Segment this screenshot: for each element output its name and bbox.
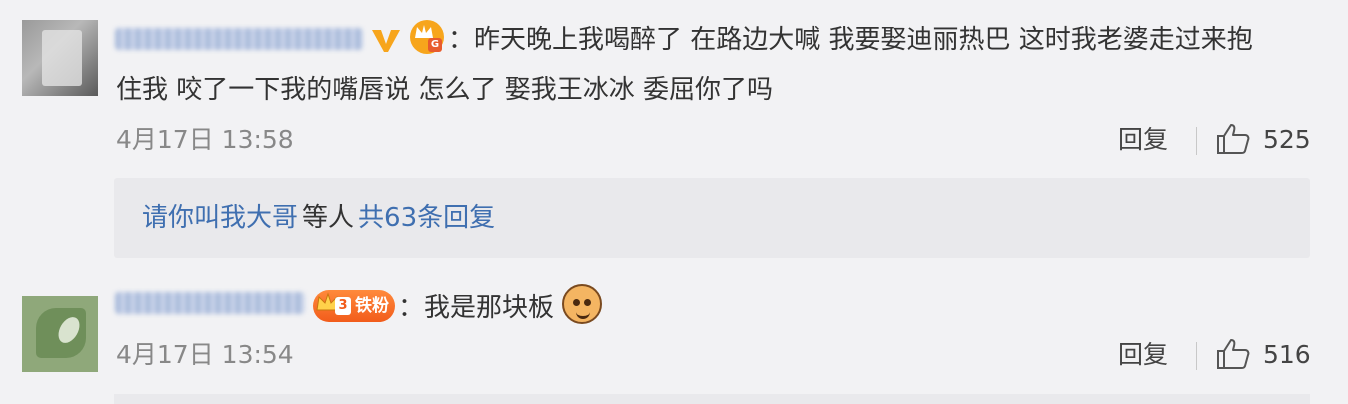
username-blurred[interactable] [115,292,305,314]
comment-page: G ：昨天晚上我喝醉了 在路边大喊 我要娶迪丽热巴 这时我老婆走过来抱 住我 咬… [0,0,1348,404]
view-replies-link[interactable]: 共63条回复 [358,203,495,233]
avatar[interactable] [22,20,98,96]
fan-badge-label: 铁粉 [355,296,389,316]
comment-text: ：昨天晚上我喝醉了 在路边大喊 我要娶迪丽热巴 这时我老婆走过来抱 [448,25,1253,55]
crown-badge-icon: G [410,20,444,54]
reply-button[interactable]: 回复 [1118,125,1168,155]
divider [1196,342,1197,370]
reply-others-text: 等人 [302,203,355,233]
username-blurred[interactable] [115,28,363,50]
fan-badge-icon: 3 铁粉 [313,290,395,322]
verified-v-icon [368,22,404,58]
replies-preview[interactable]: 请你叫我大哥 等人 共63条回复 [114,178,1310,258]
comment-text-continued: 住我 咬了一下我的嘴唇说 怎么了 娶我王冰冰 委屈你了吗 [116,75,774,105]
divider [1196,127,1197,155]
comment-timestamp: 4月17日 13:58 [116,125,294,154]
emoji-face-icon [562,284,602,324]
thumbs-up-icon[interactable] [1215,337,1251,371]
fan-badge-level: 3 [335,297,351,315]
comment-text: ：我是那块板 [398,293,555,323]
thumbs-up-icon[interactable] [1215,122,1251,156]
comment-timestamp: 4月17日 13:54 [116,340,294,369]
avatar[interactable] [22,296,98,372]
reply-username-link[interactable]: 请你叫我大哥 [142,203,298,233]
like-count: 525 [1263,125,1311,154]
replies-preview[interactable] [114,394,1310,404]
like-count: 516 [1263,340,1311,369]
reply-button[interactable]: 回复 [1118,340,1168,370]
